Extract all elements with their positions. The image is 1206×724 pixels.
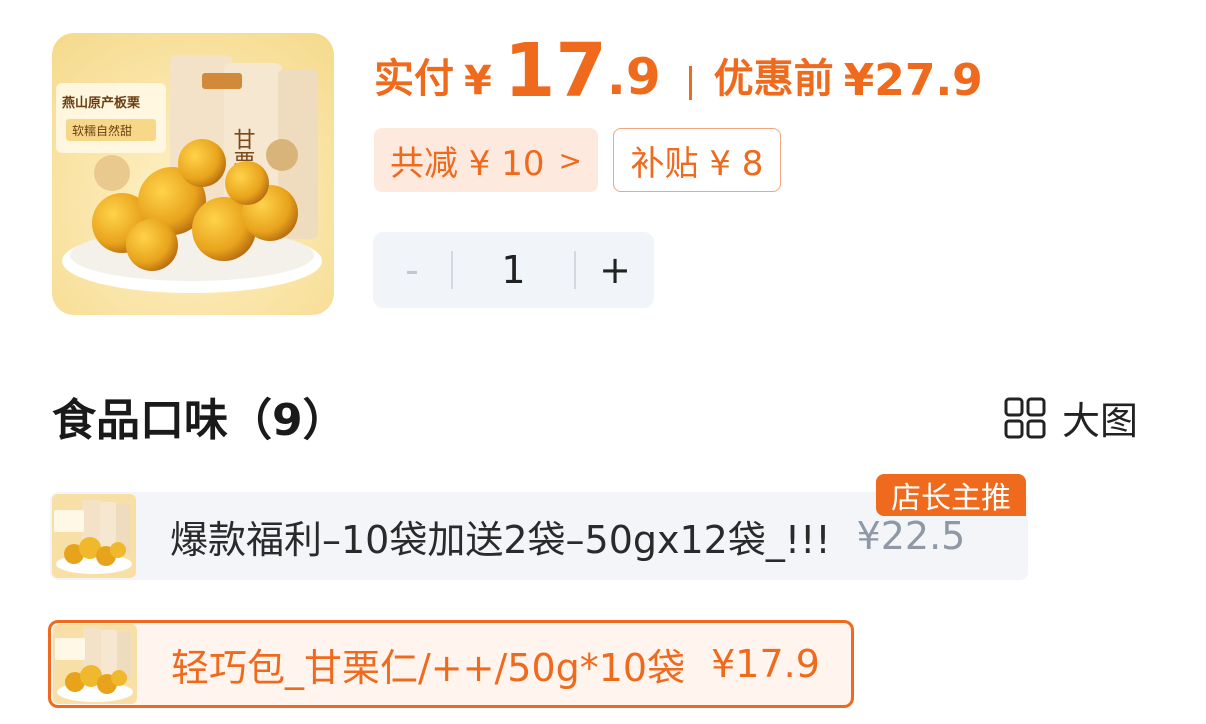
variant-name: 爆款福利–10袋加送2袋–50gx12袋_!!!	[170, 517, 831, 562]
section-title: 食品口味（9）	[52, 395, 347, 446]
big-view-toggle[interactable]: 大图	[1004, 390, 1138, 445]
quantity-stepper: - 1 +	[373, 232, 654, 308]
subsidy-tag: 补贴 ¥ 8	[613, 128, 781, 192]
recommend-badge: 店长主推	[876, 474, 1026, 516]
variant-thumbnail	[53, 624, 137, 704]
product-image[interactable]: 甘栗仁 燕山原产板栗 软糯自然甜	[52, 33, 334, 315]
price-decimal: .9	[606, 48, 661, 106]
variant-option-selected[interactable]: 轻巧包_甘栗仁/++/50g*10袋 ¥17.9	[48, 620, 854, 708]
increment-button[interactable]: +	[576, 248, 654, 292]
subsidy-text: 补贴 ¥ 8	[630, 143, 764, 184]
discount-text: 共减 ¥ 10	[390, 143, 545, 184]
variant-name: 轻巧包_甘栗仁/++/50g*10袋	[171, 645, 686, 690]
chevron-right-icon: >	[558, 143, 582, 177]
pay-label: 实付	[374, 56, 454, 102]
grid-icon	[1004, 397, 1046, 438]
price-row: 实付 ¥ 17 .9 优惠前 ¥27.9	[374, 30, 983, 130]
variant-thumbnail	[52, 494, 136, 578]
currency-symbol: ¥	[464, 58, 492, 104]
price-divider	[688, 66, 692, 100]
variant-price: ¥22.5	[856, 514, 966, 558]
decrement-button[interactable]: -	[373, 248, 451, 292]
variant-price: ¥17.9	[711, 642, 820, 686]
discount-tag[interactable]: 共减 ¥ 10 >	[374, 128, 598, 192]
price-integer: 17	[503, 28, 607, 114]
quantity-value[interactable]: 1	[453, 248, 574, 292]
image-sublabel: 软糯自然甜	[72, 123, 132, 138]
big-view-label: 大图	[1062, 399, 1139, 443]
original-price-label: 优惠前	[713, 56, 834, 102]
original-price: ¥27.9	[843, 55, 983, 106]
image-label: 燕山原产板栗	[62, 95, 140, 111]
